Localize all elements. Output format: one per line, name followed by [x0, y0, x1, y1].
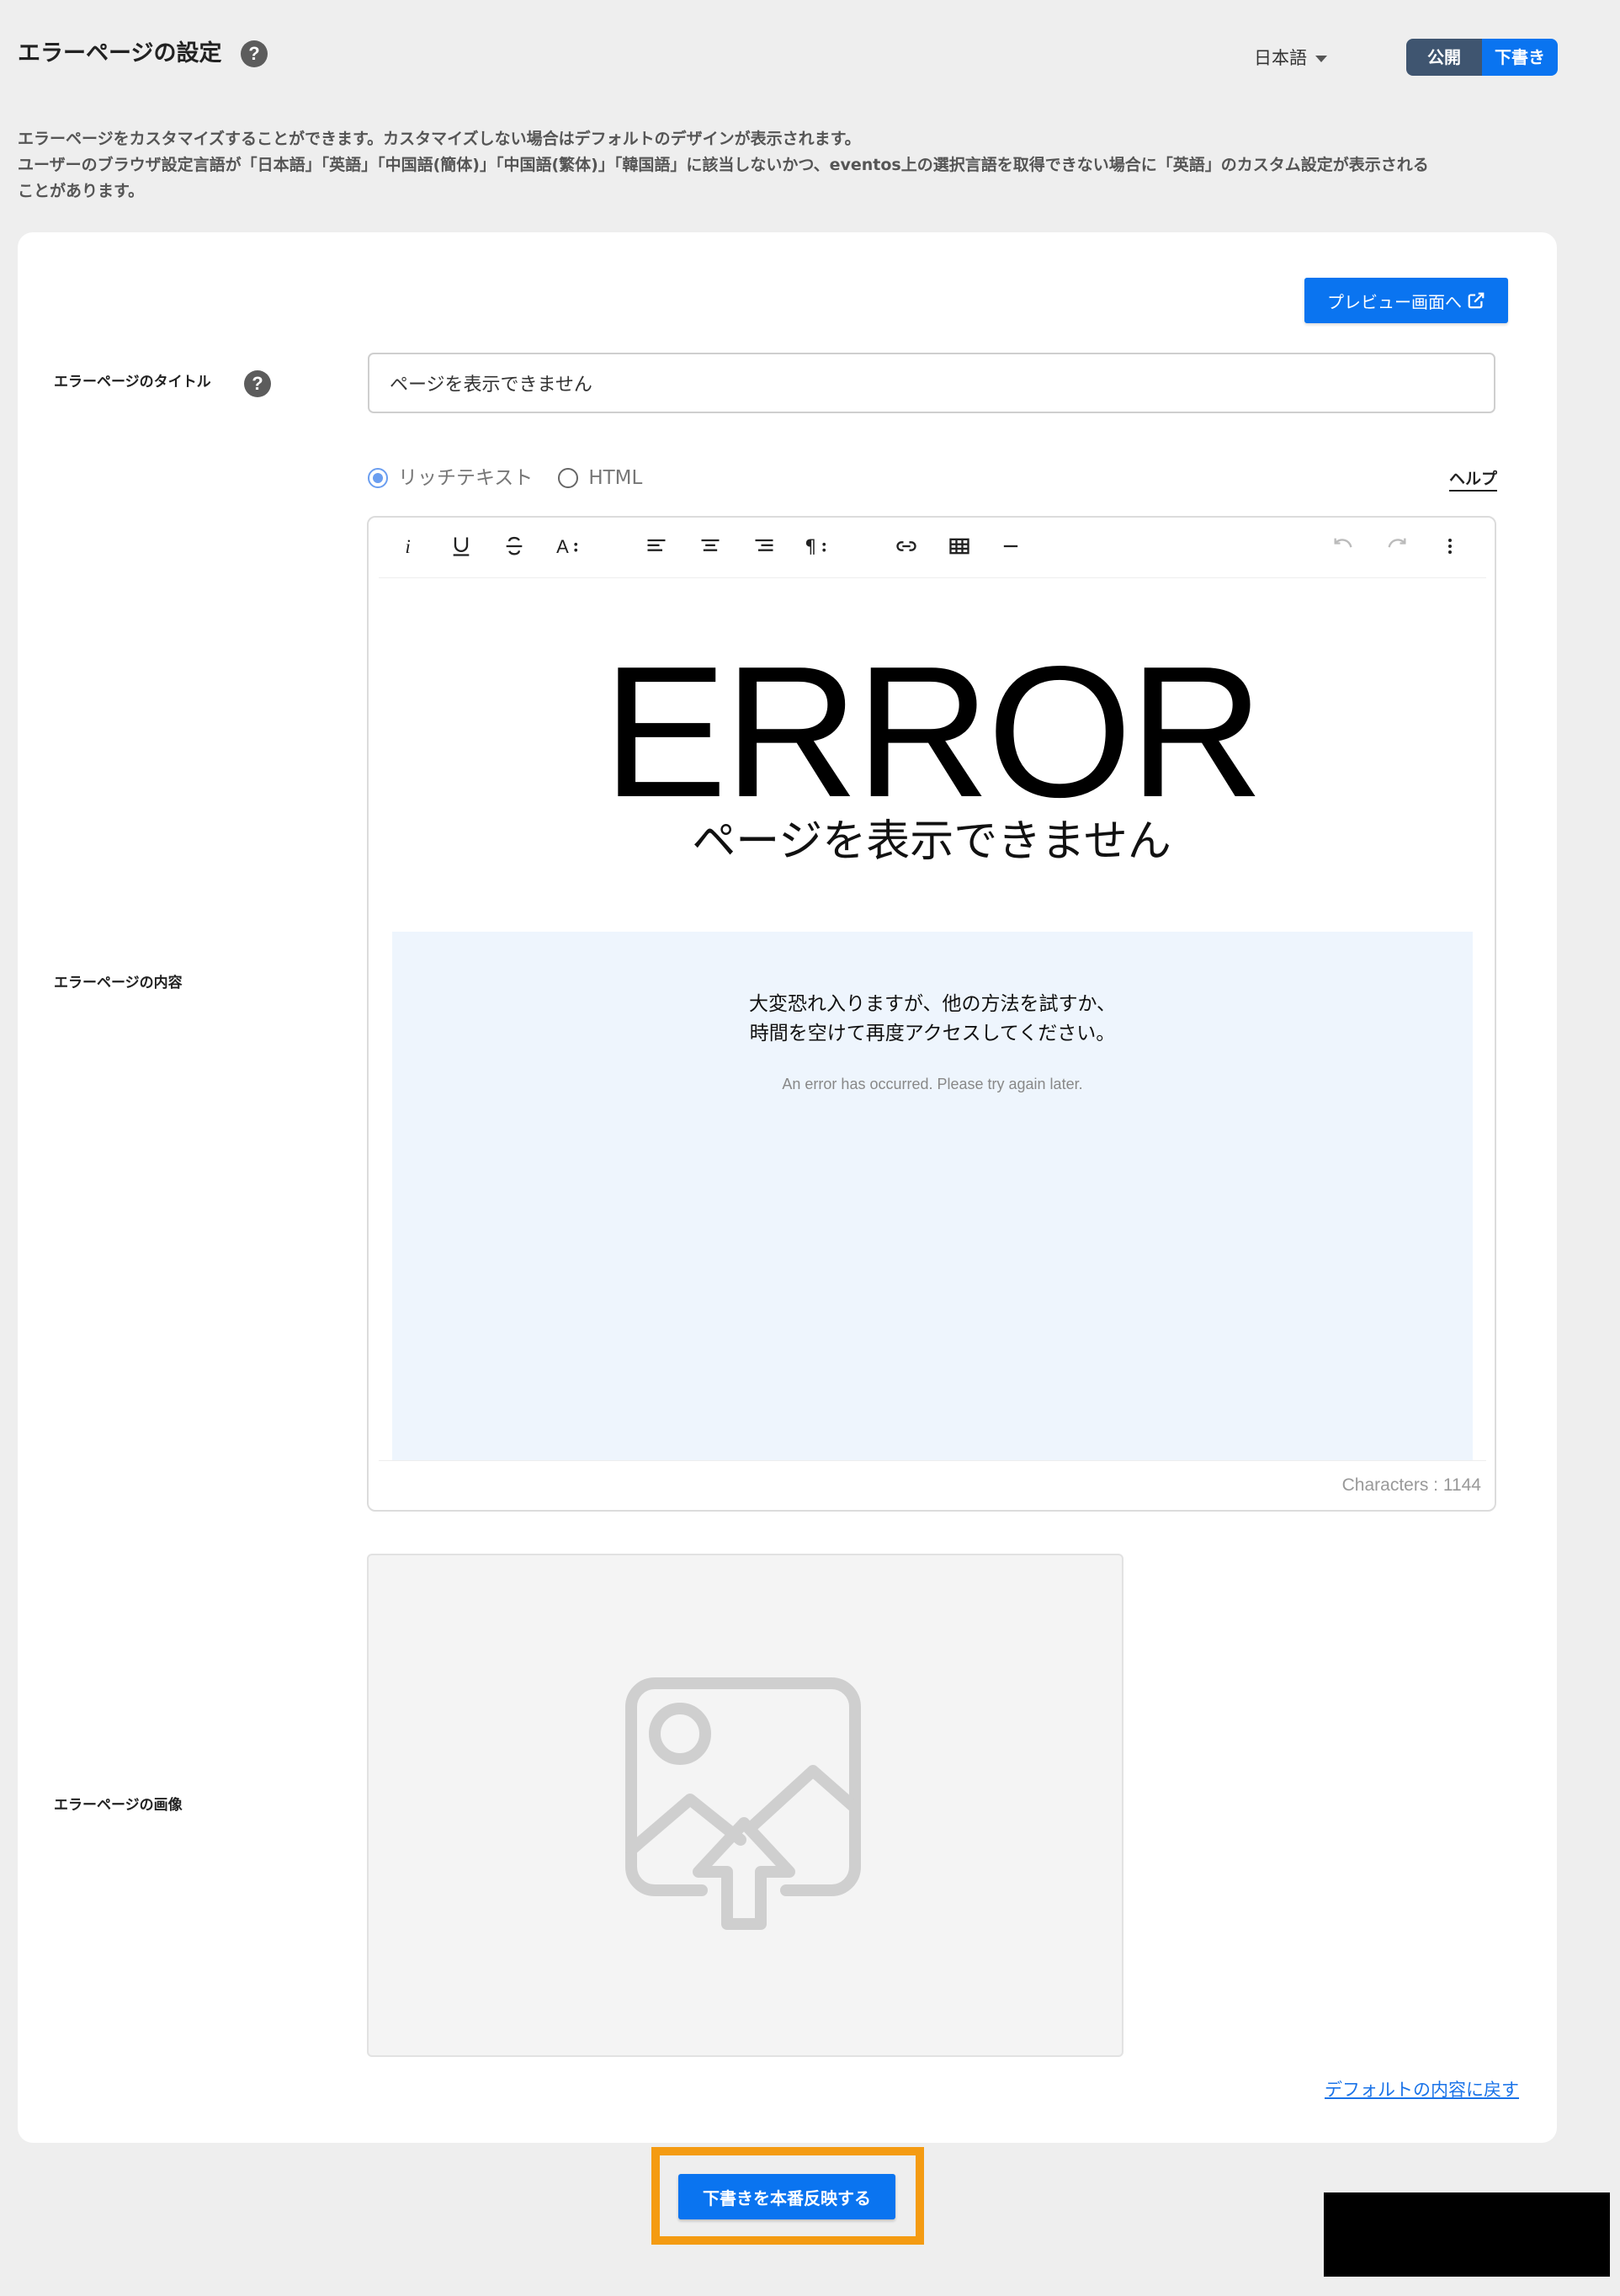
image-upload-icon: [625, 1677, 861, 1930]
more-icon[interactable]: [1433, 529, 1467, 563]
horizontal-rule-icon[interactable]: [994, 529, 1028, 563]
language-label: 日本語: [1254, 48, 1307, 68]
error-message-line: 大変恐れ入りますが、他の方法を試すか、: [748, 993, 1117, 1015]
character-count: Characters : 1144: [1341, 1475, 1481, 1495]
paragraph-icon[interactable]: ¶: [799, 529, 833, 563]
publish-draft-button[interactable]: 下書きを本番反映する: [678, 2174, 895, 2219]
toggle-draft[interactable]: 下書き: [1482, 39, 1558, 76]
caret-down-icon: [1315, 56, 1327, 62]
image-field-label: エラーページの画像: [54, 1797, 183, 1814]
font-size-icon[interactable]: A: [551, 529, 585, 563]
radio-unselected-icon[interactable]: [558, 468, 579, 488]
page-title: エラーページの設定: [18, 40, 222, 66]
strikethrough-icon[interactable]: [497, 529, 531, 563]
align-center-icon[interactable]: [693, 529, 727, 563]
svg-text:i: i: [405, 536, 410, 558]
align-right-icon[interactable]: [747, 529, 781, 563]
image-upload-area[interactable]: [367, 1554, 1123, 2057]
error-heading: ERROR: [603, 628, 1264, 837]
mode-rich-text-label: リッチテキスト: [398, 467, 534, 489]
error-message-en: An error has occurred. Please try again …: [782, 1076, 1083, 1092]
redaction-box: [1324, 2192, 1610, 2277]
error-message-line: 時間を空けて再度アクセスしてください。: [749, 1023, 1116, 1044]
table-icon[interactable]: [943, 529, 976, 563]
preview-button-label: プレビュー画面へ: [1327, 291, 1462, 312]
svg-text:¶: ¶: [805, 537, 816, 558]
toggle-publish[interactable]: 公開: [1406, 39, 1482, 76]
help-icon[interactable]: ?: [241, 40, 268, 67]
description-line: ことがあります。: [18, 182, 145, 200]
page-description: エラーページをカスタマイズすることができます。カスタマイズしない場合はデフォルト…: [18, 126, 1566, 205]
toolbar-divider: [379, 577, 1486, 578]
title-input[interactable]: [368, 353, 1495, 413]
link-icon[interactable]: [890, 529, 923, 563]
error-subheading: ページを表示できません: [692, 816, 1171, 867]
reset-to-default-link[interactable]: デフォルトの内容に戻す: [1325, 2077, 1519, 2102]
italic-icon[interactable]: i: [392, 529, 426, 563]
editor-mode-group: リッチテキスト HTML: [368, 463, 667, 493]
description-line: ユーザーのブラウザ設定言語が「日本語」「英語」「中国語(簡体)」「中国語(繁体)…: [18, 156, 1429, 174]
undo-icon[interactable]: [1326, 529, 1360, 563]
error-message: 大変恐れ入りますが、他の方法を試すか、 時間を空けて再度アクセスしてください。: [392, 990, 1473, 1049]
language-select[interactable]: 日本語: [1254, 45, 1327, 71]
mode-html-label: HTML: [588, 467, 643, 489]
underline-icon[interactable]: [444, 529, 478, 563]
radio-selected-icon[interactable]: [368, 468, 388, 488]
title-field-label: エラーページのタイトル: [54, 374, 211, 391]
external-link-icon: [1468, 292, 1485, 309]
svg-text:A: A: [556, 536, 569, 557]
redo-icon[interactable]: [1380, 529, 1414, 563]
help-icon[interactable]: ?: [244, 370, 271, 397]
content-field-label: エラーページの内容: [54, 975, 183, 991]
preview-button[interactable]: プレビュー画面へ: [1304, 278, 1508, 323]
description-line: エラーページをカスタマイズすることができます。カスタマイズしない場合はデフォルト…: [18, 130, 861, 148]
status-toggle[interactable]: 公開 下書き: [1406, 39, 1558, 76]
mode-rich-text[interactable]: リッチテキスト: [368, 463, 533, 493]
help-link[interactable]: ヘルプ: [1449, 468, 1498, 492]
align-left-icon[interactable]: [640, 529, 673, 563]
editor-footer-divider: [379, 1460, 1486, 1461]
mode-html[interactable]: HTML: [558, 463, 642, 493]
